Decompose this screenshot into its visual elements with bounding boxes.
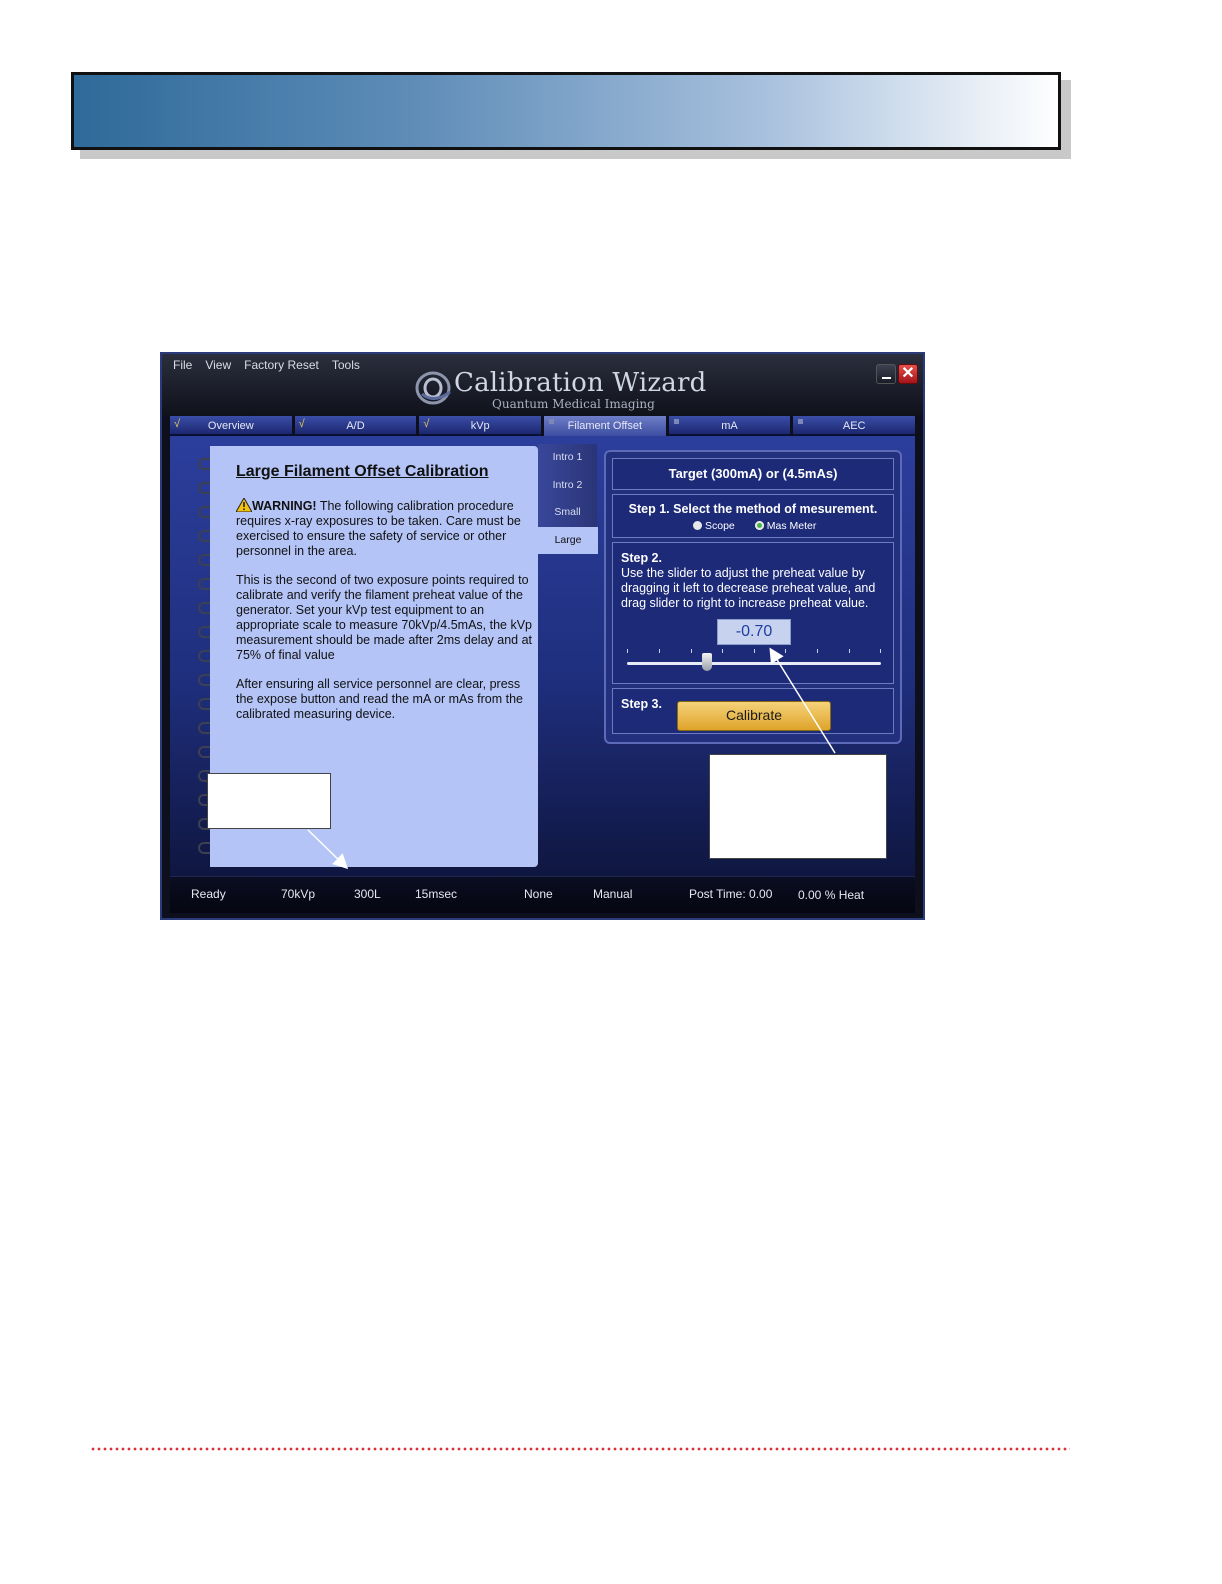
warning-label: WARNING!	[252, 499, 317, 513]
measurement-method: Scope Mas Meter	[693, 520, 816, 532]
slider-tick	[659, 649, 660, 653]
status-ready: Ready	[191, 887, 226, 901]
wizard-tabs: √ Overview √ A/D √ kVp Filament Offset mA A…	[170, 416, 916, 436]
tab-overview[interactable]: √ Overview	[170, 416, 292, 436]
instructions-paragraph: This is the second of two exposure point…	[236, 573, 533, 662]
app-subtitle: Quantum Medical Imaging	[492, 397, 655, 411]
step-3-box: Step 3. Calibrate	[612, 688, 894, 734]
menu-file[interactable]: File	[173, 358, 192, 372]
footer-dotted-rule	[90, 1446, 1070, 1452]
status-none: None	[524, 887, 553, 901]
step-2-box: Step 2. Use the slider to adjust the pre…	[612, 542, 894, 684]
check-icon: √	[423, 418, 430, 430]
step-1-box: Step 1. Select the method of mesurement.…	[612, 494, 894, 538]
minimize-button[interactable]	[876, 364, 896, 384]
radio-scope-label: Scope	[705, 520, 735, 532]
close-button[interactable]: ✕	[898, 364, 918, 384]
slider-tick	[849, 649, 850, 653]
radio-off-icon	[693, 521, 702, 530]
slider-tick	[722, 649, 723, 653]
page-title: Large Filament Offset Calibration	[236, 463, 489, 480]
pending-icon	[549, 419, 555, 424]
status-post-time: Post Time: 0.00	[689, 887, 773, 901]
tab-ma[interactable]: mA	[668, 416, 791, 436]
tab-label: mA	[721, 420, 738, 432]
tab-ad[interactable]: √ A/D	[294, 416, 417, 436]
calibrate-button[interactable]: Calibrate	[677, 701, 831, 731]
menu-tools[interactable]: Tools	[332, 358, 360, 372]
callout-box-status	[207, 773, 331, 829]
calibration-panel: Target (300mA) or (4.5mAs) Step 1. Selec…	[604, 450, 902, 744]
step-1-title: Step 1. Select the method of mesurement.	[628, 502, 878, 516]
callout-box-value	[709, 754, 887, 859]
tab-label: kVp	[470, 420, 490, 432]
radio-mas-meter[interactable]: Mas Meter	[754, 520, 817, 532]
app-title: Calibration Wizard	[454, 368, 707, 398]
step-2-text: Use the slider to adjust the preheat val…	[621, 566, 876, 610]
slider-tick	[880, 649, 881, 653]
menu-factory-reset[interactable]: Factory Reset	[244, 358, 319, 372]
check-icon: √	[298, 418, 305, 430]
radio-on-icon	[754, 521, 764, 530]
pending-icon	[673, 419, 679, 424]
preheat-slider-track[interactable]	[627, 662, 881, 665]
tab-label: A/D	[346, 420, 365, 432]
slider-tick	[691, 649, 692, 653]
step-3-title: Step 3.	[621, 697, 662, 711]
preheat-value-display: -0.70	[717, 619, 791, 645]
subtab-intro-1[interactable]: Intro 1	[538, 444, 597, 472]
status-mode: Manual	[593, 887, 633, 901]
slider-tick	[785, 649, 786, 653]
status-kvp: 70kVp	[281, 887, 316, 901]
slider-tick	[627, 649, 628, 653]
status-heat: 0.00 % Heat	[798, 888, 865, 902]
close-icon: ✕	[901, 365, 915, 382]
expose-paragraph: After ensuring all service personnel are…	[236, 677, 523, 721]
subtab-large[interactable]: Large	[538, 526, 598, 554]
warning-paragraph: WARNING! The following calibration proce…	[236, 498, 532, 559]
step-2-title: Step 2.	[621, 551, 662, 565]
menu-bar: File View Factory Reset Tools	[173, 358, 360, 372]
status-bar: Ready 70kVp 300L 15msec None Manual Post…	[170, 876, 915, 913]
pending-icon	[798, 419, 804, 424]
tab-label: Overview	[207, 420, 254, 432]
tab-filament-offset[interactable]: Filament Offset	[544, 416, 666, 436]
target-box: Target (300mA) or (4.5mAs)	[612, 458, 894, 490]
slider-tick	[817, 649, 818, 653]
status-ma: 300L	[354, 887, 381, 901]
tab-label: AEC	[842, 420, 866, 432]
slider-tick	[754, 649, 755, 653]
header-banner	[71, 72, 1061, 150]
title-bar: File View Factory Reset Tools Calibratio…	[162, 354, 923, 416]
tab-kvp[interactable]: √ kVp	[419, 416, 542, 436]
subtab-small[interactable]: Small	[538, 499, 597, 527]
radio-scope[interactable]: Scope	[693, 520, 735, 532]
warning-icon	[236, 498, 252, 512]
tab-aec[interactable]: AEC	[793, 416, 916, 436]
menu-view[interactable]: View	[205, 358, 231, 372]
tab-label: Filament Offset	[567, 420, 643, 432]
qmi-logo-icon	[415, 371, 451, 405]
sub-tabs: Intro 1 Intro 2 Small Large	[538, 444, 598, 554]
radio-mas-label: Mas Meter	[766, 520, 817, 532]
subtab-intro-2[interactable]: Intro 2	[538, 471, 597, 499]
status-time: 15msec	[415, 887, 458, 901]
check-icon: √	[174, 418, 181, 430]
preheat-slider-thumb[interactable]	[702, 653, 712, 671]
